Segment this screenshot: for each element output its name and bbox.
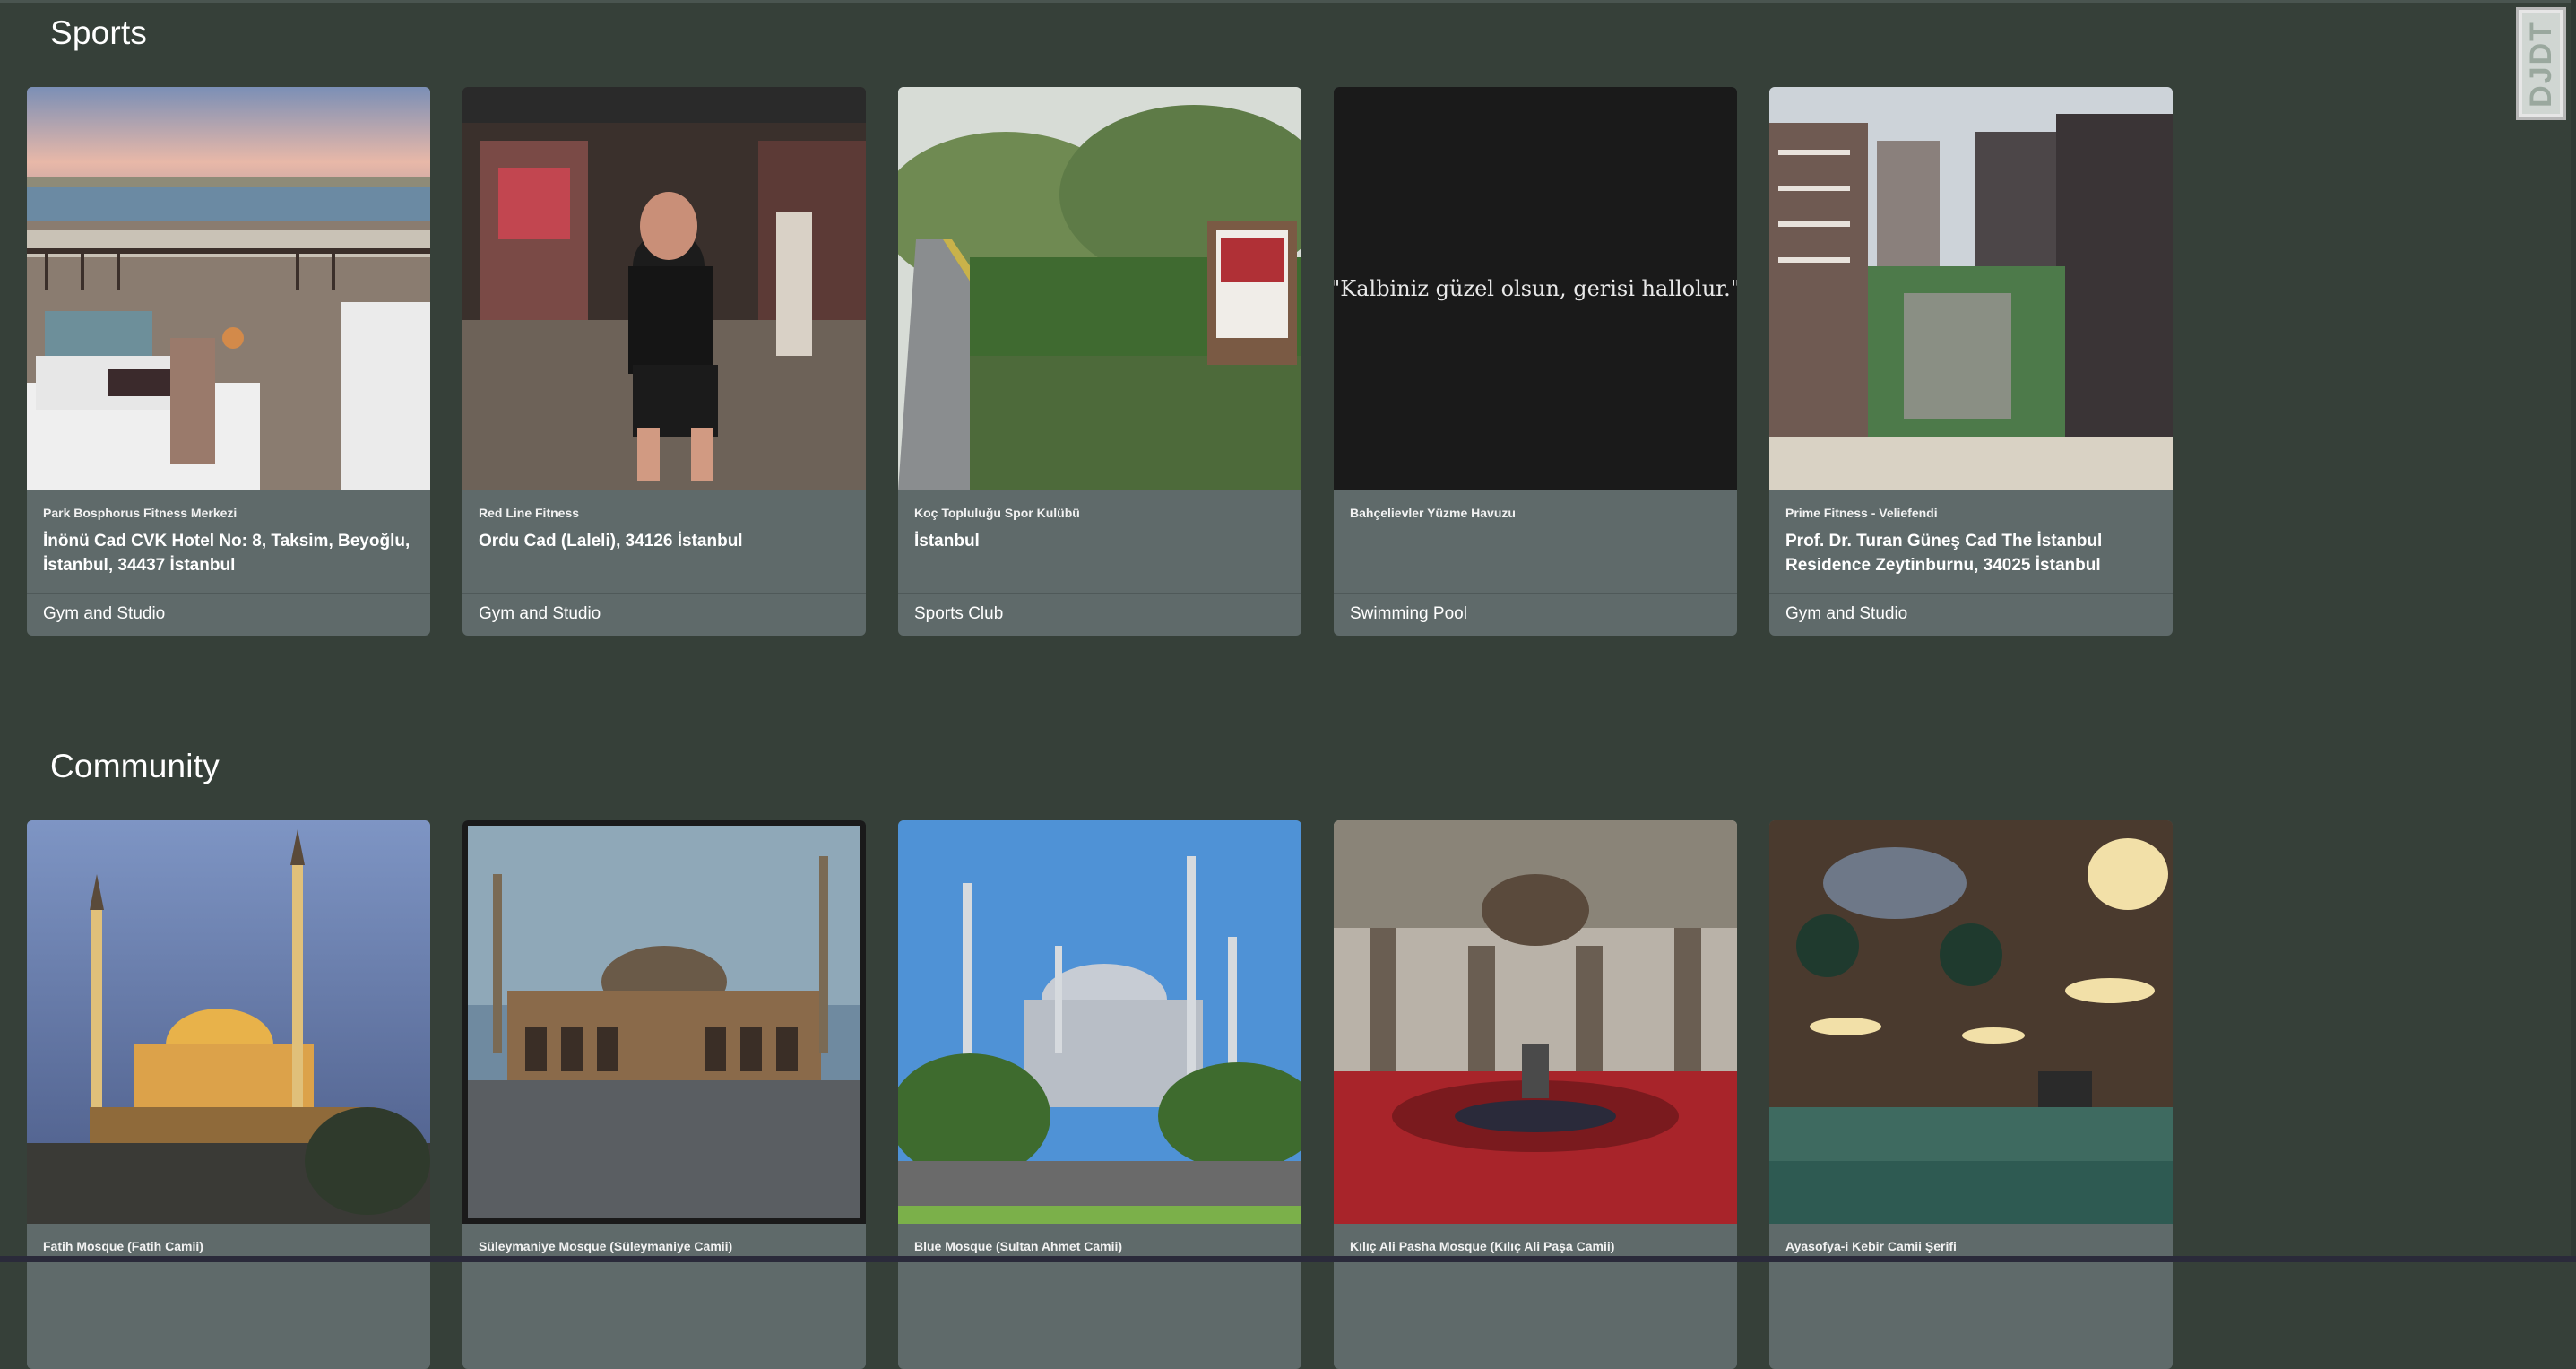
venue-card[interactable]: Ayasofya-i Kebir Camii Şerifi bbox=[1769, 820, 2173, 1369]
card-divider bbox=[1334, 593, 1737, 594]
window-edge bbox=[2571, 0, 2576, 1262]
venue-card[interactable]: Park Bosphorus Fitness Merkezi İnönü Cad… bbox=[27, 87, 430, 636]
venue-name: Ayasofya-i Kebir Camii Şerifi bbox=[1785, 1239, 1957, 1253]
venue-address: Ordu Cad (Laleli), 34126 İstanbul bbox=[479, 532, 743, 550]
venue-photo bbox=[1769, 820, 2173, 1224]
venue-photo bbox=[27, 820, 430, 1224]
section-title: Sports bbox=[50, 14, 148, 51]
venue-name: Fatih Mosque (Fatih Camii) bbox=[43, 1239, 203, 1253]
venue-category: Sports Club bbox=[914, 604, 1004, 623]
venue-name: Süleymaniye Mosque (Süleymaniye Camii) bbox=[479, 1239, 733, 1253]
venue-category: Gym and Studio bbox=[1785, 604, 1908, 623]
venue-photo bbox=[27, 87, 430, 490]
venue-card[interactable]: Süleymaniye Mosque (Süleymaniye Camii) bbox=[462, 820, 866, 1369]
logo-text: DJDT bbox=[2523, 20, 2558, 108]
venue-name: Prime Fitness - Veliefendi bbox=[1785, 506, 1938, 520]
venue-address: İnönü Cad CVK Hotel No: 8, Taksim, Beyoğ… bbox=[43, 532, 411, 575]
venue-name: Park Bosphorus Fitness Merkezi bbox=[43, 506, 238, 520]
section-title: Community bbox=[50, 748, 220, 784]
venue-card[interactable]: Kılıç Ali Pasha Mosque (Kılıç Ali Paşa C… bbox=[1334, 820, 1737, 1369]
venue-name: Kılıç Ali Pasha Mosque (Kılıç Ali Paşa C… bbox=[1350, 1239, 1615, 1253]
venue-photo bbox=[462, 820, 866, 1224]
debug-toolbar-toggle[interactable]: DJDT bbox=[2516, 7, 2566, 120]
logo: DJDT bbox=[2522, 13, 2560, 114]
venue-address: Prof. Dr. Turan Güneş Cad The İstanbul R… bbox=[1785, 532, 2103, 575]
venue-photo bbox=[898, 820, 1301, 1224]
venue-card[interactable]: Fatih Mosque (Fatih Camii) bbox=[27, 820, 430, 1369]
card-divider bbox=[1769, 593, 2173, 594]
quote-text: "Kalbiniz güzel olsun, gerisi hallolur." bbox=[1334, 276, 1737, 301]
venue-card[interactable]: Koç Topluluğu Spor Kulübü İstanbul Sport… bbox=[898, 87, 1301, 636]
venue-photo bbox=[1334, 820, 1737, 1224]
venue-name: Red Line Fitness bbox=[479, 506, 580, 520]
venue-name: Bahçelievler Yüzme Havuzu bbox=[1350, 506, 1516, 520]
card-row: Park Bosphorus Fitness Merkezi İnönü Cad… bbox=[27, 87, 2178, 636]
venue-category: Gym and Studio bbox=[43, 604, 166, 623]
venue-card[interactable]: "Kalbiniz güzel olsun, gerisi hallolur."… bbox=[1334, 87, 1737, 636]
venue-photo bbox=[1769, 87, 2173, 490]
venue-card[interactable]: Blue Mosque (Sultan Ahmet Camii) bbox=[898, 820, 1301, 1369]
venue-card[interactable]: Prime Fitness - Veliefendi Prof. Dr. Tur… bbox=[1769, 87, 2173, 636]
venue-card[interactable]: Red Line Fitness Ordu Cad (Laleli), 3412… bbox=[462, 87, 866, 636]
top-border bbox=[0, 0, 2576, 3]
venue-photo bbox=[462, 87, 866, 490]
venue-name: Blue Mosque (Sultan Ahmet Camii) bbox=[914, 1239, 1123, 1253]
venue-category: Gym and Studio bbox=[479, 604, 601, 623]
venue-category: Swimming Pool bbox=[1350, 604, 1467, 623]
card-divider bbox=[898, 593, 1301, 594]
venue-address: İstanbul bbox=[914, 532, 980, 550]
card-divider bbox=[27, 593, 430, 594]
venue-photo: "Kalbiniz güzel olsun, gerisi hallolur." bbox=[1334, 87, 1737, 490]
card-row: Fatih Mosque (Fatih Camii) Süleymaniye M… bbox=[27, 820, 2178, 1369]
card-divider bbox=[462, 593, 866, 594]
venue-photo bbox=[898, 87, 1301, 490]
bottom-border bbox=[0, 1256, 2576, 1262]
venue-name: Koç Topluluğu Spor Kulübü bbox=[914, 506, 1080, 520]
